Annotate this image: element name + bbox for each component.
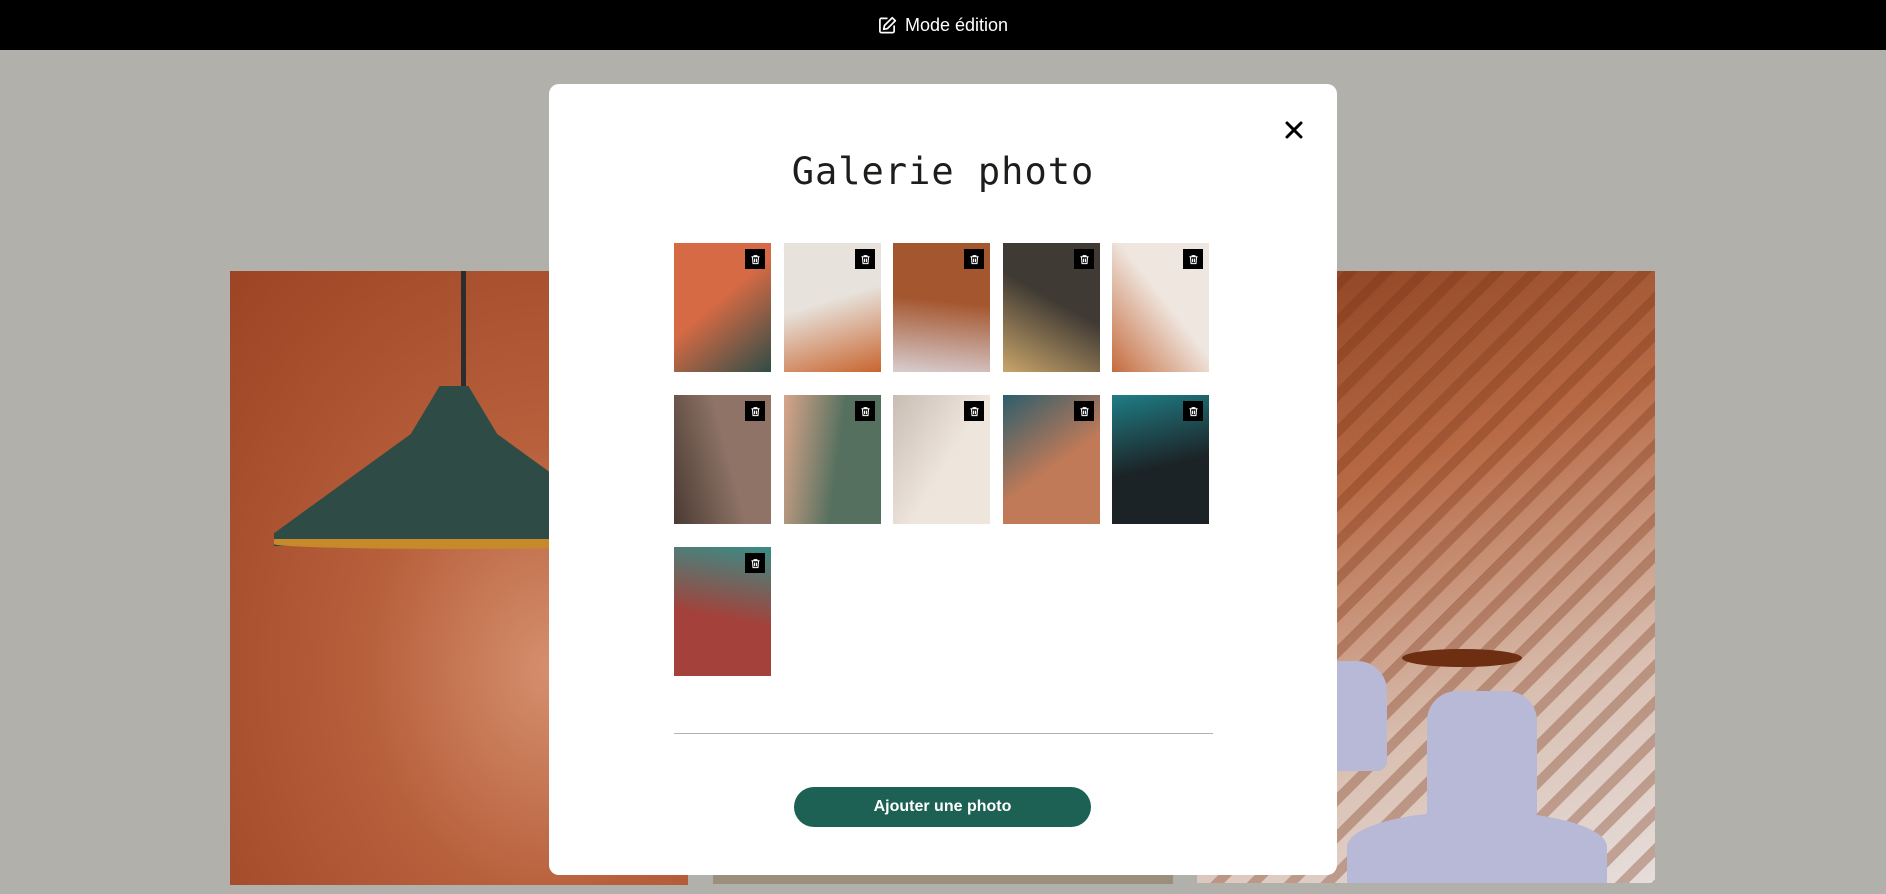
trash-icon — [1079, 406, 1090, 417]
edit-mode-bar: Mode édition — [0, 0, 1886, 50]
delete-photo-button[interactable] — [745, 553, 765, 573]
gallery-photo[interactable] — [893, 395, 990, 524]
delete-photo-button[interactable] — [964, 249, 984, 269]
delete-photo-button[interactable] — [855, 401, 875, 421]
gallery-photo[interactable] — [1003, 395, 1100, 524]
trash-icon — [750, 254, 761, 265]
delete-photo-button[interactable] — [1074, 401, 1094, 421]
gallery-photo[interactable] — [674, 547, 771, 676]
photo-grid — [674, 243, 1214, 763]
gallery-photo[interactable] — [1112, 395, 1209, 524]
pen-square-icon — [878, 16, 897, 35]
trash-icon — [860, 254, 871, 265]
modal-title: Galerie photo — [791, 150, 1095, 193]
delete-photo-button[interactable] — [964, 401, 984, 421]
add-photo-button[interactable]: Ajouter une photo — [794, 787, 1091, 827]
trash-icon — [860, 406, 871, 417]
delete-photo-button[interactable] — [1183, 401, 1203, 421]
divider — [674, 733, 1213, 734]
gallery-photo[interactable] — [1003, 243, 1100, 372]
close-icon — [1285, 121, 1303, 142]
delete-photo-button[interactable] — [855, 249, 875, 269]
delete-photo-button[interactable] — [745, 401, 765, 421]
gallery-photo[interactable] — [784, 395, 881, 524]
delete-photo-button[interactable] — [1183, 249, 1203, 269]
edit-mode-label: Mode édition — [904, 14, 1009, 35]
delete-photo-button[interactable] — [745, 249, 765, 269]
gallery-photo[interactable] — [674, 243, 771, 372]
trash-icon — [969, 254, 980, 265]
close-button[interactable] — [1273, 110, 1315, 152]
gallery-photo[interactable] — [1112, 243, 1209, 372]
gallery-photo[interactable] — [893, 243, 990, 372]
trash-icon — [1188, 254, 1199, 265]
trash-icon — [1188, 406, 1199, 417]
trash-icon — [969, 406, 980, 417]
gallery-modal: Galerie photo Ajouter une photo — [549, 84, 1337, 875]
delete-photo-button[interactable] — [1074, 249, 1094, 269]
trash-icon — [750, 406, 761, 417]
gallery-photo[interactable] — [674, 395, 771, 524]
trash-icon — [750, 558, 761, 569]
gallery-photo[interactable] — [784, 243, 881, 372]
trash-icon — [1079, 254, 1090, 265]
